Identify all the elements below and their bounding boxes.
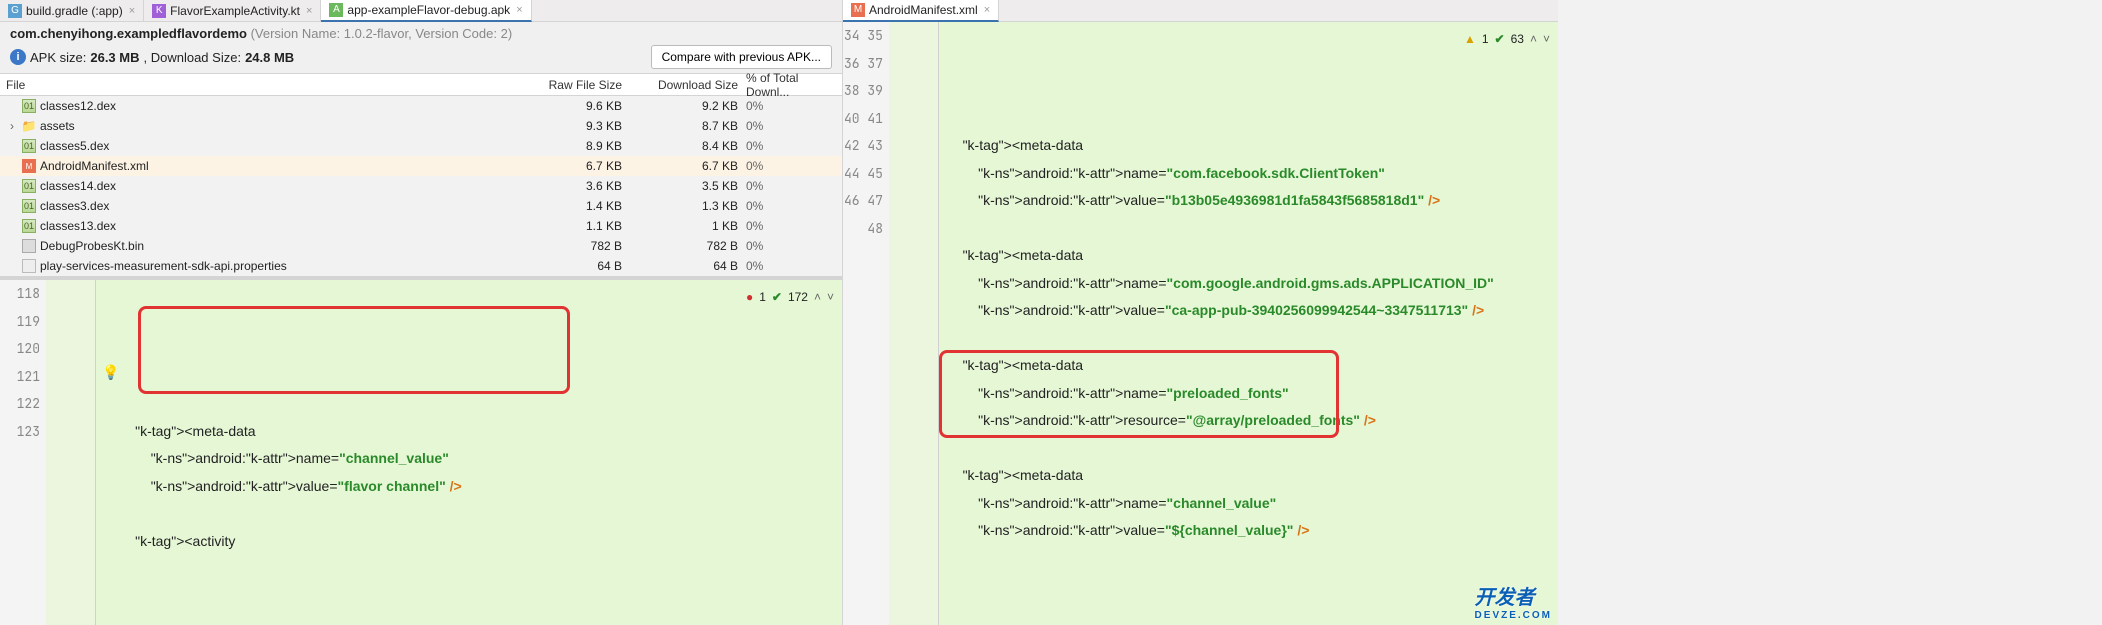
check-count: 63 [1511, 26, 1524, 54]
left-editor-toolbar: ● 1 ✔ 172 ˄ ˅ [746, 284, 834, 312]
xml-icon: M [851, 3, 865, 17]
table-row[interactable]: DebugProbesKt.bin782 B782 B0% [0, 236, 842, 256]
file-name: classes3.dex [40, 199, 109, 213]
watermark-logo: 开发者 DEVZE.COM [1475, 581, 1552, 621]
left-line-gutter: 118 119 120 121 122 123 [0, 280, 46, 625]
table-row[interactable]: play-services-measurement-sdk-api.proper… [0, 256, 842, 276]
left-icon-gutter: 💡 [46, 280, 96, 625]
tab-label: AndroidManifest.xml [869, 3, 978, 17]
col-pct[interactable]: % of Total Downl... [742, 71, 842, 99]
highlight-box [939, 350, 1339, 438]
right-editor-toolbar: ▲ 1 ✔ 63 ˄ ˅ [1464, 26, 1550, 54]
highlight-box [138, 306, 570, 394]
tab[interactable]: Aapp-exampleFlavor-debug.apk × [321, 0, 531, 22]
apk-size-value: 26.3 MB [90, 50, 139, 65]
right-icon-gutter [889, 22, 939, 625]
table-row[interactable]: 01classes5.dex8.9 KB8.4 KB0% [0, 136, 842, 156]
dl-size-value: 24.8 MB [245, 50, 294, 65]
gradle-icon: G [8, 4, 22, 18]
compare-apk-button[interactable]: Compare with previous APK... [651, 45, 832, 69]
version-info: (Version Name: 1.0.2-flavor, Version Cod… [251, 26, 513, 41]
tab[interactable]: K FlavorExampleActivity.kt × [144, 0, 321, 22]
left-code-area[interactable]: ● 1 ✔ 172 ˄ ˅ "k-tag"><meta-data "k-ns">… [96, 280, 842, 625]
close-icon[interactable]: × [129, 5, 135, 17]
table-row[interactable]: MAndroidManifest.xml6.7 KB6.7 KB0% [0, 156, 842, 176]
dex-file-icon: 01 [22, 139, 36, 153]
package-name: com.chenyihong.exampledflavordemo [10, 26, 247, 41]
right-line-gutter: 34 35 36 37 38 39 40 41 42 43 44 45 46 4… [843, 22, 889, 625]
apk-icon: A [329, 3, 343, 17]
dl-size-label: , Download Size: [144, 50, 242, 65]
check-badge-icon[interactable]: ✔ [1495, 26, 1505, 54]
table-row[interactable]: ›📁assets9.3 KB8.7 KB0% [0, 116, 842, 136]
right-tabbar: M AndroidManifest.xml × [843, 0, 1558, 22]
col-dl-size[interactable]: Download Size [632, 78, 742, 92]
table-header: File Raw File Size Download Size % of To… [0, 74, 842, 96]
nav-up-icon[interactable]: ˄ [814, 284, 821, 312]
file-name: assets [40, 119, 75, 133]
nav-up-icon[interactable]: ˄ [1530, 26, 1537, 54]
file-name: classes5.dex [40, 139, 109, 153]
tab-label: build.gradle (:app) [26, 4, 123, 18]
file-name: play-services-measurement-sdk-api.proper… [40, 259, 287, 273]
folder-file-icon: 📁 [22, 119, 36, 133]
tab[interactable]: M AndroidManifest.xml × [843, 0, 999, 22]
table-row[interactable]: 01classes14.dex3.6 KB3.5 KB0% [0, 176, 842, 196]
col-raw-size[interactable]: Raw File Size [502, 78, 632, 92]
error-count: 1 [759, 284, 766, 312]
file-name: classes13.dex [40, 219, 116, 233]
tab-label: FlavorExampleActivity.kt [170, 4, 300, 18]
file-name: DebugProbesKt.bin [40, 239, 144, 253]
warning-count: 1 [1482, 26, 1489, 54]
col-file[interactable]: File [0, 78, 502, 92]
close-icon[interactable]: × [306, 5, 312, 17]
table-row[interactable]: 01classes12.dex9.6 KB9.2 KB0% [0, 96, 842, 116]
kotlin-icon: K [152, 4, 166, 18]
tab[interactable]: Gbuild.gradle (:app) × [0, 0, 144, 22]
expand-chevron-icon[interactable]: › [6, 119, 18, 133]
right-code-area[interactable]: ▲ 1 ✔ 63 ˄ ˅ "k-tag"><meta-data "k-ns">a… [939, 22, 1558, 625]
nav-down-icon[interactable]: ˅ [827, 284, 834, 312]
left-tabbar: Gbuild.gradle (:app) × K FlavorExampleActiv… [0, 0, 842, 22]
info-icon: i [10, 49, 26, 65]
dex-file-icon: 01 [22, 179, 36, 193]
nav-down-icon[interactable]: ˅ [1543, 26, 1550, 54]
prop-file-icon [22, 259, 36, 273]
apk-size-label: APK size: [30, 50, 86, 65]
error-badge-icon[interactable]: ● [746, 284, 753, 312]
file-name: classes12.dex [40, 99, 116, 113]
xml-file-icon: M [22, 159, 36, 173]
left-editor[interactable]: 118 119 120 121 122 123 💡 ● 1 ✔ 172 ˄ ˅ … [0, 280, 842, 625]
right-editor[interactable]: 34 35 36 37 38 39 40 41 42 43 44 45 46 4… [843, 22, 1558, 625]
file-name: AndroidManifest.xml [40, 159, 149, 173]
dex-file-icon: 01 [22, 199, 36, 213]
close-icon[interactable]: × [984, 4, 990, 16]
check-count: 172 [788, 284, 808, 312]
check-badge-icon[interactable]: ✔ [772, 284, 782, 312]
file-name: classes14.dex [40, 179, 116, 193]
bin-file-icon [22, 239, 36, 253]
file-table: File Raw File Size Download Size % of To… [0, 74, 842, 276]
warning-badge-icon[interactable]: ▲ [1464, 26, 1476, 54]
dex-file-icon: 01 [22, 99, 36, 113]
close-icon[interactable]: × [516, 4, 522, 16]
table-row[interactable]: 01classes3.dex1.4 KB1.3 KB0% [0, 196, 842, 216]
dex-file-icon: 01 [22, 219, 36, 233]
table-row[interactable]: 01classes13.dex1.1 KB1 KB0% [0, 216, 842, 236]
tab-label: app-exampleFlavor-debug.apk [347, 3, 510, 17]
apk-header: com.chenyihong.exampledflavordemo (Versi… [0, 22, 842, 74]
